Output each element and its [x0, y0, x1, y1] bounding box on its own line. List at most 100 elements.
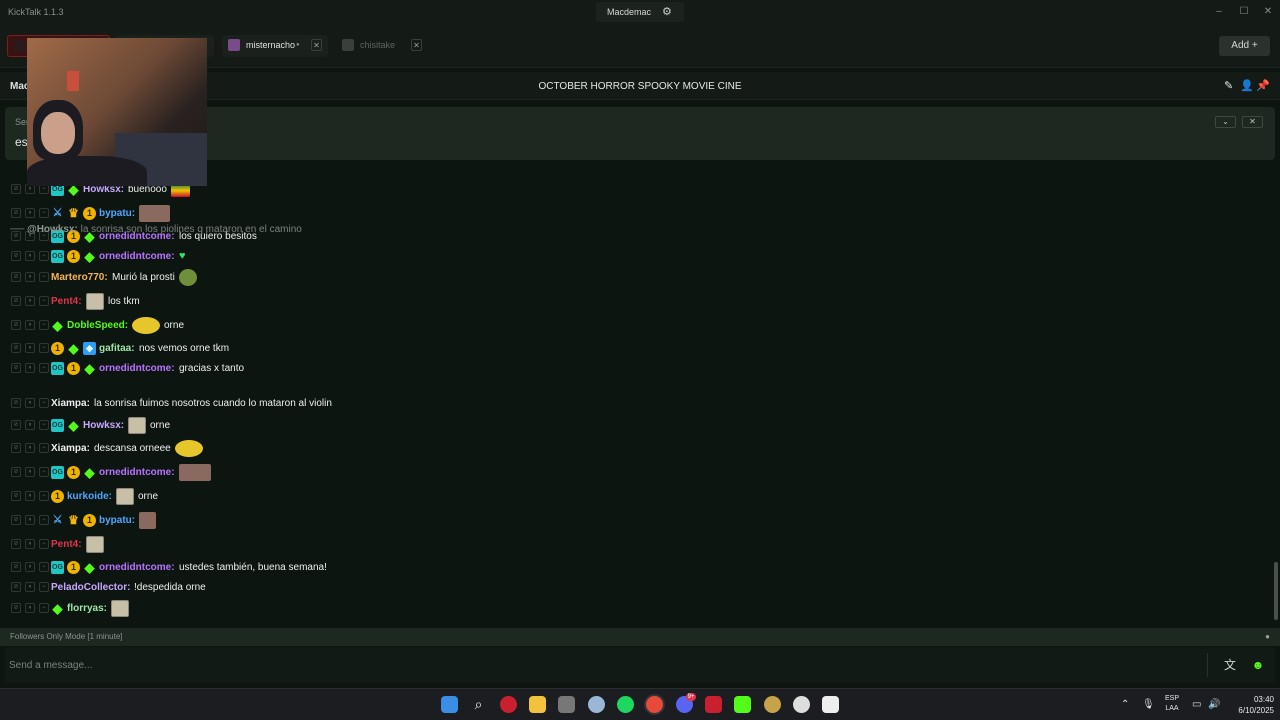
translate-icon[interactable]: 文	[1220, 655, 1240, 675]
timeout-icon[interactable]: ⊘	[11, 467, 21, 477]
close-icon[interactable]: ✕	[311, 39, 322, 51]
chat-username[interactable]: Howksx:	[83, 420, 124, 431]
system-clock[interactable]: 03:40 6/10/2025	[1224, 694, 1274, 716]
app-media-icon[interactable]	[705, 696, 722, 713]
chat-username[interactable]: ornedidntcome:	[99, 251, 175, 262]
ban-icon[interactable]: ⏸	[25, 272, 35, 282]
search-icon[interactable]: ⌕	[470, 696, 487, 713]
timeout-icon[interactable]: ⊘	[11, 603, 21, 613]
ban-icon[interactable]: ⏸	[25, 420, 35, 430]
pin-message-icon[interactable]: ⌁	[39, 208, 49, 218]
timeout-icon[interactable]: ⊘	[11, 320, 21, 330]
pin-message-icon[interactable]: ⌁	[39, 562, 49, 572]
league-icon[interactable]	[764, 696, 781, 713]
timeout-icon[interactable]: ⊘	[11, 272, 21, 282]
windows-start-icon[interactable]	[441, 696, 458, 713]
pin-message-icon[interactable]: ⌁	[39, 515, 49, 525]
chat-username[interactable]: PeladoCollector:	[51, 582, 130, 593]
ban-icon[interactable]: ⏸	[25, 398, 35, 408]
info-icon[interactable]: ●	[1265, 632, 1270, 641]
pin-message-icon[interactable]: ⌁	[39, 272, 49, 282]
chat-message[interactable]: ⊘ ⏸ ⌁ Martero770: Murió la prosti	[0, 268, 1270, 288]
chat-message[interactable]: ⊘ ⏸ ⌁ Xiampa: la sonrisa fuimos nosotros cua…	[0, 394, 1270, 414]
chat-message[interactable]: ⊘ ⏸ ⌁ OG 1 ◆ ornedidntcome: gracias x tanto	[0, 359, 1270, 379]
ban-icon[interactable]: ⏸	[25, 467, 35, 477]
chat-message[interactable]: ⊘ ⏸ ⌁ ◆ florryas:	[0, 599, 1270, 619]
network-icon[interactable]: ▭	[1192, 699, 1201, 710]
chat-message[interactable]: ⊘ ⏸ ⌁ Xiampa: descansa orneee	[0, 439, 1270, 459]
app-ball-icon[interactable]	[793, 696, 810, 713]
chat-username[interactable]: kurkoide:	[67, 491, 112, 502]
chat-username[interactable]: Xiampa:	[51, 398, 90, 409]
timeout-icon[interactable]: ⊘	[11, 515, 21, 525]
unpin-icon[interactable]: ✕	[1242, 116, 1263, 128]
timeout-icon[interactable]: ⊘	[11, 251, 21, 261]
timeout-icon[interactable]: ⊘	[11, 491, 21, 501]
chat-username[interactable]: bypatu:	[99, 515, 135, 526]
timeout-icon[interactable]: ⊘	[11, 582, 21, 592]
pin-message-icon[interactable]: ⌁	[39, 420, 49, 430]
ban-icon[interactable]: ⏸	[25, 562, 35, 572]
volume-icon[interactable]: 🔊	[1208, 699, 1220, 710]
chat-message[interactable]: ⊘ ⏸ ⌁ PeladoCollector: !despedida orne	[0, 578, 1270, 598]
emote-picker-icon[interactable]: ☻	[1248, 655, 1268, 675]
chat-message[interactable]: ⊘ ⏸ ⌁ Pent4: los tkm	[0, 292, 1270, 312]
pin-icon[interactable]: ✎	[1224, 79, 1233, 92]
timeout-icon[interactable]: ⊘	[11, 420, 21, 430]
pin-message-icon[interactable]: ⌁	[39, 251, 49, 261]
timeout-icon[interactable]: ⊘	[11, 443, 21, 453]
pin-message-icon[interactable]: ⌁	[39, 603, 49, 613]
chat-username[interactable]: Pent4:	[51, 296, 82, 307]
ban-icon[interactable]: ⏸	[25, 296, 35, 306]
ban-icon[interactable]: ⏸	[25, 515, 35, 525]
chat-username[interactable]: Pent4:	[51, 539, 82, 550]
timeout-icon[interactable]: ⊘	[11, 208, 21, 218]
chat-message[interactable]: ⊘ ⏸ ⌁ OG 1 ◆ ornedidntcome: ustedes también, bu…	[0, 558, 1270, 578]
chrome-icon[interactable]	[646, 696, 663, 713]
minimize-button[interactable]: –	[1213, 6, 1225, 17]
chat-username[interactable]: ornedidntcome:	[99, 363, 175, 374]
ban-icon[interactable]: ⏸	[25, 582, 35, 592]
pin-message-icon[interactable]: ⌁	[39, 363, 49, 373]
chevron-up-icon[interactable]: ⌃	[1121, 699, 1129, 710]
chat-message[interactable]: ⊘ ⏸ ⌁ 1 kurkoide: orne	[0, 487, 1270, 507]
pushpin-icon[interactable]: 📌	[1256, 79, 1270, 92]
app-doc-icon[interactable]	[822, 696, 839, 713]
chat-username[interactable]: DobleSpeed:	[67, 320, 128, 331]
chat-message[interactable]: ⊘ ⏸ ⌁ ⚔ ♛ 1 bypatu:	[0, 511, 1270, 531]
chat-message[interactable]: ⊘ ⏸ ⌁ OG 1 ◆ ornedidntcome: ♥	[0, 247, 1270, 267]
ban-icon[interactable]: ⏸	[25, 539, 35, 549]
timeout-icon[interactable]: ⊘	[11, 184, 21, 194]
timeout-icon[interactable]: ⊘	[11, 343, 21, 353]
chat-message[interactable]: ⊘ ⏸ ⌁ OG 1 ◆ ornedidntcome:	[0, 463, 1270, 483]
close-icon[interactable]: ✕	[411, 39, 422, 51]
ban-icon[interactable]: ⏸	[25, 443, 35, 453]
pin-message-icon[interactable]: ⌁	[39, 539, 49, 549]
chat-message[interactable]: ⊘ ⏸ ⌁ Pent4:	[0, 535, 1270, 555]
message-input[interactable]	[9, 655, 1189, 675]
chat-username[interactable]: florryas:	[67, 603, 107, 614]
tab-misternacho[interactable]: misternacho ● ✕	[222, 35, 328, 57]
timeout-icon[interactable]: ⊘	[11, 296, 21, 306]
microphone-icon[interactable]: 🎙	[1142, 699, 1155, 710]
pin-message-icon[interactable]: ⌁	[39, 398, 49, 408]
chat-message[interactable]: ⊘ ⏸ ⌁ ◆ DobleSpeed: orne	[0, 316, 1270, 336]
ban-icon[interactable]: ⏸	[25, 320, 35, 330]
pin-message-icon[interactable]: ⌁	[39, 296, 49, 306]
user-icon[interactable]: 👤	[1240, 79, 1254, 92]
spotify-icon[interactable]	[617, 696, 634, 713]
timeout-icon[interactable]: ⊘	[11, 539, 21, 549]
app-shell-icon[interactable]	[588, 696, 605, 713]
chat-username[interactable]: bypatu:	[99, 208, 135, 219]
timeout-icon[interactable]: ⊘	[11, 398, 21, 408]
pin-message-icon[interactable]: ⌁	[39, 467, 49, 477]
input-language[interactable]: ESP LAA	[1162, 694, 1182, 714]
chat-username[interactable]: ornedidntcome:	[99, 562, 175, 573]
ban-icon[interactable]: ⏸	[25, 251, 35, 261]
add-channel-button[interactable]: Add +	[1219, 36, 1270, 56]
chat-scrollbar[interactable]	[1274, 562, 1278, 620]
timeout-icon[interactable]: ⊘	[11, 363, 21, 373]
app-red-icon[interactable]	[500, 696, 517, 713]
ban-icon[interactable]: ⏸	[25, 491, 35, 501]
pin-message-icon[interactable]: ⌁	[39, 582, 49, 592]
